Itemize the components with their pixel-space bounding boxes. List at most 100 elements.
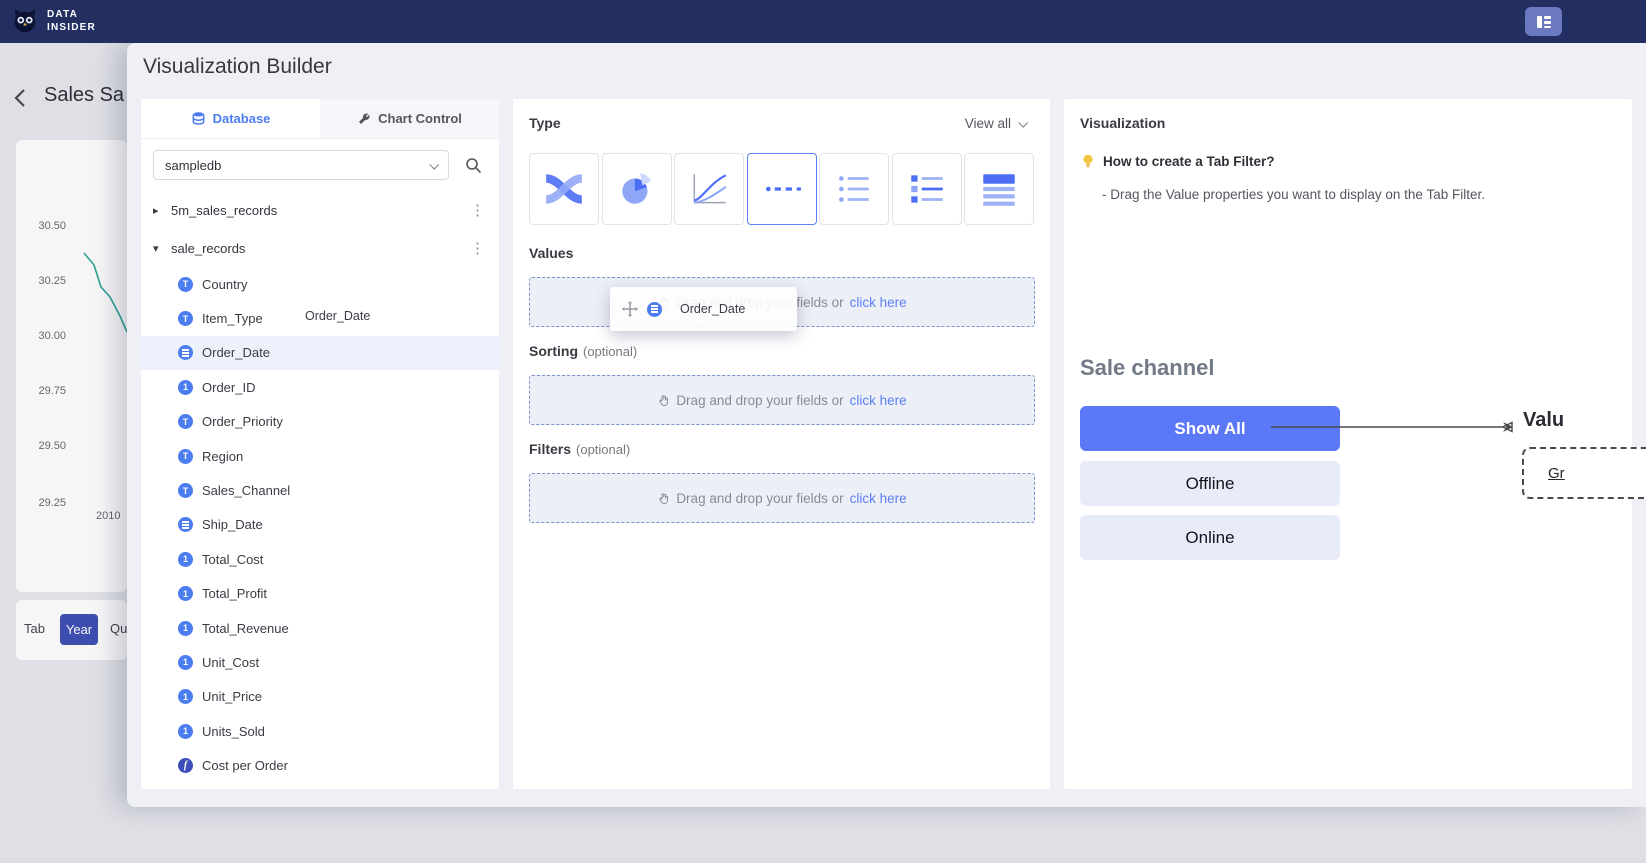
click-here-link[interactable]: click here: [850, 393, 907, 408]
field-row-ship-date[interactable]: Ship_Date: [141, 508, 499, 542]
sankey-icon: [543, 168, 585, 210]
field-row-sales-channel[interactable]: TSales_Channel: [141, 473, 499, 507]
bullet-list-icon: [833, 168, 875, 210]
sorting-dropzone[interactable]: Drag and drop your fields or click here: [529, 375, 1035, 425]
tip-title: How to create a Tab Filter?: [1103, 154, 1275, 169]
hand-drag-icon: [657, 492, 670, 505]
chart-type-row: [529, 153, 1034, 225]
text-type-icon: T: [178, 449, 193, 464]
field-row-order-date[interactable]: Order_Date: [141, 336, 499, 370]
number-type-icon: 1: [178, 655, 193, 670]
field-list: TCountryTItem_TypeOrder_Date1Order_IDTOr…: [141, 267, 499, 783]
view-all-button[interactable]: View all: [965, 116, 1026, 131]
tab-database[interactable]: Database: [141, 99, 320, 138]
visualization-title: Visualization: [1080, 115, 1165, 131]
field-label: Total_Cost: [202, 552, 263, 567]
field-row-total-profit[interactable]: 1Total_Profit: [141, 577, 499, 611]
line-icon: [688, 168, 730, 210]
tip-row: How to create a Tab Filter?: [1080, 153, 1275, 169]
offline-button[interactable]: Offline: [1080, 461, 1340, 506]
drag-ghost-card: Order_Date: [610, 287, 797, 331]
filters-dropzone[interactable]: Drag and drop your fields or click here: [529, 473, 1035, 523]
kebab-menu-icon[interactable]: ⋮: [468, 239, 487, 257]
online-button[interactable]: Online: [1080, 515, 1340, 560]
dropzone-placeholder: Drag and drop your fields or: [676, 491, 843, 506]
click-here-link[interactable]: click here: [850, 491, 907, 506]
check-list-icon: [906, 168, 948, 210]
callout-dashed-box[interactable]: Gr: [1522, 447, 1646, 499]
database-search-row: sampledb: [153, 149, 487, 181]
field-label: Total_Revenue: [202, 621, 289, 636]
field-label: Unit_Price: [202, 689, 262, 704]
type-header: Type View all: [529, 115, 1026, 131]
sorting-section-label: Sorting(optional): [529, 343, 637, 359]
number-type-icon: 1: [178, 380, 193, 395]
chart-type-sankey[interactable]: [529, 153, 599, 225]
field-row-total-revenue[interactable]: 1 Total_Revenue: [141, 611, 499, 645]
dash-line-icon: [761, 168, 803, 210]
layout-grid-button[interactable]: [1525, 7, 1562, 36]
date-type-icon: [178, 517, 193, 532]
drag-ghost-label: Order_Date: [680, 302, 745, 316]
chart-type-bullet-list[interactable]: [819, 153, 889, 225]
chart-type-dash-line[interactable]: [747, 153, 817, 225]
app-logo-owl-icon[interactable]: [10, 7, 40, 37]
field-row-order-priority[interactable]: TOrder_Priority: [141, 405, 499, 439]
layout-grid-icon: [1535, 13, 1553, 31]
database-select[interactable]: sampledb: [153, 150, 449, 180]
tip-body: - Drag the Value properties you want to …: [1102, 187, 1485, 202]
text-type-icon: T: [178, 483, 193, 498]
caret-expanded-icon[interactable]: ▾: [153, 242, 171, 255]
field-row-total-cost[interactable]: 1Total_Cost: [141, 542, 499, 576]
chart-type-table[interactable]: [964, 153, 1034, 225]
tree-item-5m-sales-records[interactable]: ▸ 5m_sales_records ⋮: [141, 191, 499, 229]
formula-type-icon: f: [178, 758, 193, 773]
type-label: Type: [529, 115, 561, 131]
wrench-icon: [357, 112, 371, 126]
date-type-icon: [178, 345, 193, 360]
date-type-icon: [647, 302, 662, 317]
field-row-cost-per-order[interactable]: f Cost per Order: [141, 748, 499, 782]
database-panel: Database Chart Control sampledb ▸: [141, 99, 499, 789]
lightbulb-icon: [1080, 153, 1096, 169]
view-all-label: View all: [965, 116, 1011, 131]
number-type-icon: 1: [178, 621, 193, 636]
chart-type-check-list[interactable]: [892, 153, 962, 225]
field-row-region[interactable]: T Region: [141, 439, 499, 473]
tree-item-sale-records[interactable]: ▾ sale_records ⋮: [141, 229, 499, 267]
field-row-unit-price[interactable]: 1Unit_Price: [141, 680, 499, 714]
field-row-item-type[interactable]: TItem_Type: [141, 301, 499, 335]
field-label: Country: [202, 277, 248, 292]
chart-type-line[interactable]: [674, 153, 744, 225]
arrow-connector: [1269, 419, 1517, 435]
field-label: Unit_Cost: [202, 655, 259, 670]
field-label: Order_Date: [202, 345, 270, 360]
values-section-label: Values: [529, 245, 578, 261]
search-icon[interactable]: [465, 157, 482, 174]
field-label: Order_Priority: [202, 414, 283, 429]
top-nav-bar: DATA INSIDER: [0, 0, 1646, 43]
field-label: Cost per Order: [202, 758, 288, 773]
kebab-menu-icon[interactable]: ⋮: [468, 201, 487, 219]
tree-item-label: 5m_sales_records: [171, 203, 468, 218]
pie-icon: [616, 168, 658, 210]
field-row-units-sold[interactable]: 1Units_Sold: [141, 714, 499, 748]
field-row-order-id[interactable]: 1Order_ID: [141, 370, 499, 404]
schema-tree: ▸ 5m_sales_records ⋮ ▾ sale_records ⋮ TC…: [141, 191, 499, 789]
chart-type-pie[interactable]: [602, 153, 672, 225]
field-row-country[interactable]: TCountry: [141, 267, 499, 301]
chevron-down-icon: [1018, 117, 1028, 127]
tab-chart-control[interactable]: Chart Control: [320, 99, 499, 138]
database-select-value: sampledb: [165, 158, 221, 173]
brand-line-1: DATA: [47, 9, 96, 22]
field-row-unit-cost[interactable]: 1 Unit_Cost: [141, 645, 499, 679]
chart-title: Sale channel: [1080, 355, 1215, 381]
callout-link[interactable]: Gr: [1548, 465, 1565, 482]
visualization-builder-modal: Visualization Builder Database Chart Con…: [127, 43, 1646, 807]
brand-line-2: INSIDER: [47, 22, 96, 35]
field-label: Region: [202, 449, 243, 464]
number-type-icon: 1: [178, 724, 193, 739]
caret-collapsed-icon[interactable]: ▸: [153, 204, 171, 217]
click-here-link[interactable]: click here: [850, 295, 907, 310]
number-type-icon: 1: [178, 586, 193, 601]
